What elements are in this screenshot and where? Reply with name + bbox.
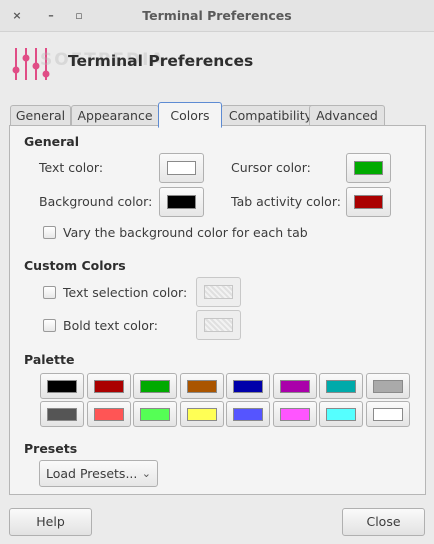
bold-text-checkbox[interactable] — [43, 319, 56, 332]
tab-general[interactable]: General — [10, 105, 71, 127]
background-color-swatch — [167, 195, 196, 209]
palette-swatch — [140, 408, 170, 421]
palette-swatch — [186, 380, 217, 393]
palette-color-button[interactable] — [86, 401, 131, 427]
palette-color-button[interactable] — [40, 373, 84, 399]
palette-color-button[interactable] — [365, 373, 410, 399]
palette-color-button[interactable] — [319, 401, 363, 427]
tab-colors[interactable]: Colors — [158, 102, 222, 128]
cursor-color-label: Cursor color: — [231, 160, 311, 175]
palette-swatch — [233, 408, 263, 421]
palette-color-button[interactable] — [179, 373, 224, 399]
palette-swatch — [279, 408, 310, 421]
palette-swatch — [326, 408, 356, 421]
palette-swatch — [326, 380, 356, 393]
palette-swatch — [47, 408, 77, 421]
bold-text-swatch — [204, 318, 233, 332]
palette-color-button[interactable] — [133, 373, 177, 399]
palette-heading: Palette — [24, 352, 75, 367]
vary-background-checkbox[interactable] — [43, 226, 56, 239]
general-heading: General — [24, 134, 79, 149]
close-button[interactable]: Close — [342, 508, 425, 536]
palette-swatch — [93, 408, 124, 421]
dialog-title: Terminal Preferences — [68, 52, 254, 70]
tab-activity-color-button[interactable] — [346, 187, 391, 217]
palette-swatch — [186, 408, 217, 421]
custom-colors-heading: Custom Colors — [24, 258, 126, 273]
title-bar: × – ▫ Terminal Preferences — [0, 0, 434, 32]
cursor-color-swatch — [354, 161, 383, 175]
tab-appearance[interactable]: Appearance — [71, 105, 159, 127]
palette-color-button[interactable] — [226, 401, 270, 427]
bold-text-label[interactable]: Bold text color: — [63, 318, 158, 333]
tab-activity-color-label: Tab activity color: — [231, 194, 341, 209]
text-selection-color-button[interactable] — [196, 277, 241, 307]
palette-color-button[interactable] — [179, 401, 224, 427]
cursor-color-button[interactable] — [346, 153, 391, 183]
tab-advanced[interactable]: Advanced — [309, 105, 385, 127]
text-color-button[interactable] — [159, 153, 204, 183]
palette-swatch — [233, 380, 263, 393]
text-selection-label[interactable]: Text selection color: — [63, 285, 187, 300]
palette-color-button[interactable] — [272, 373, 317, 399]
help-button[interactable]: Help — [9, 508, 92, 536]
palette-color-button[interactable] — [86, 373, 131, 399]
chevron-down-icon: ⌄ — [141, 467, 151, 480]
text-color-label: Text color: — [39, 160, 104, 175]
window-title: Terminal Preferences — [142, 8, 292, 23]
palette-swatch — [279, 380, 310, 393]
palette-swatch — [47, 380, 77, 393]
load-presets-label: Load Presets... — [46, 466, 138, 481]
palette-swatch — [93, 380, 124, 393]
tab-compatibility[interactable]: Compatibility — [221, 105, 320, 127]
background-color-button[interactable] — [159, 187, 204, 217]
bold-text-color-button[interactable] — [196, 310, 241, 340]
palette-color-button[interactable] — [133, 401, 177, 427]
text-selection-swatch — [204, 285, 233, 299]
palette-color-button[interactable] — [40, 401, 84, 427]
palette-swatch — [372, 408, 403, 421]
vary-background-label[interactable]: Vary the background color for each tab — [63, 225, 308, 240]
background-color-label: Background color: — [39, 194, 153, 209]
text-selection-checkbox[interactable] — [43, 286, 56, 299]
load-presets-combo[interactable]: Load Presets... ⌄ — [39, 460, 158, 487]
palette-color-button[interactable] — [226, 373, 270, 399]
presets-heading: Presets — [24, 441, 78, 456]
palette-swatch — [372, 380, 403, 393]
tab-activity-color-swatch — [354, 195, 383, 209]
palette-color-button[interactable] — [365, 401, 410, 427]
palette-color-button[interactable] — [272, 401, 317, 427]
palette-color-button[interactable] — [319, 373, 363, 399]
palette-swatch — [140, 380, 170, 393]
dialog-header: SOFTPEDIA Terminal Preferences — [0, 32, 434, 94]
text-color-swatch — [167, 161, 196, 175]
